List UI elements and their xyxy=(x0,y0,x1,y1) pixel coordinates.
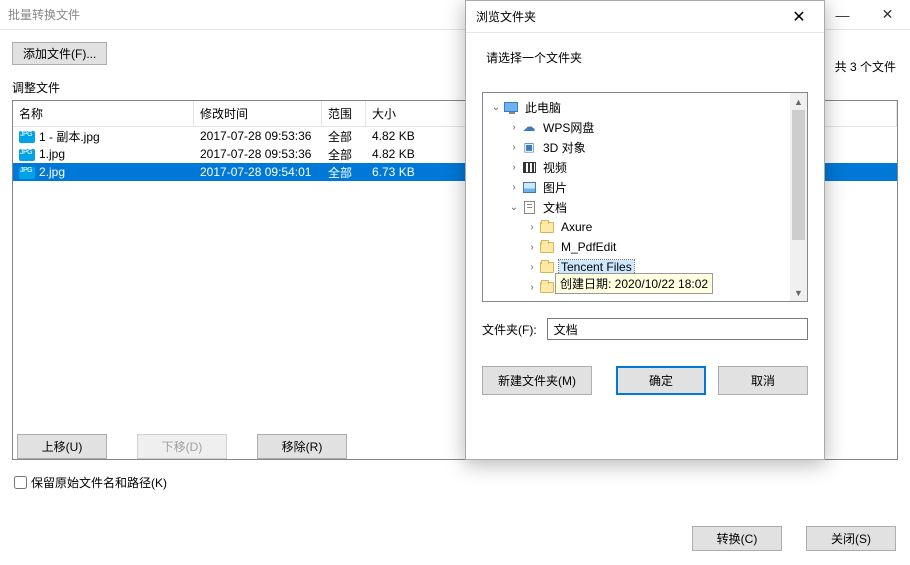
tree-label: 文档 xyxy=(541,199,569,216)
close-main-button[interactable]: 关闭(S) xyxy=(806,526,896,551)
main-title: 批量转换文件 xyxy=(8,6,80,23)
expander-icon[interactable]: › xyxy=(525,262,539,273)
expander-icon[interactable]: ⌄ xyxy=(507,202,521,213)
keep-original-label[interactable]: 保留原始文件名和路径(K) xyxy=(31,474,167,491)
keep-original-checkbox[interactable] xyxy=(14,476,27,489)
cloud-icon: ☁ xyxy=(521,120,537,134)
tree-scrollbar[interactable]: ▲ ▼ xyxy=(790,93,807,301)
cube-icon: ▣ xyxy=(521,140,537,154)
file-count-label: 共 3 个文件 xyxy=(835,58,896,75)
folder-path-label: 文件夹(F): xyxy=(482,321,537,338)
dialog-title: 浏览文件夹 xyxy=(476,8,536,25)
browse-folder-dialog: 浏览文件夹 ✕ 请选择一个文件夹 ⌄此电脑›☁WPS网盘›▣3D 对象›视频›图… xyxy=(465,0,825,460)
tree-node[interactable]: › 图片 xyxy=(483,177,807,197)
folder-path-input[interactable] xyxy=(547,318,808,340)
tree-node[interactable]: ⌄ 此电脑 xyxy=(483,97,807,117)
expander-icon[interactable]: › xyxy=(525,242,539,253)
tree-label: M_PdfEdit xyxy=(559,240,618,254)
folder-icon xyxy=(539,280,555,294)
minimize-button[interactable]: — xyxy=(820,0,865,30)
tree-node[interactable]: ⌄ 文档 xyxy=(483,197,807,217)
tree-label: Tencent Files xyxy=(559,260,634,274)
col-scope[interactable]: 范围 xyxy=(322,101,366,126)
scroll-thumb[interactable] xyxy=(792,110,805,240)
scroll-down-icon[interactable]: ▼ xyxy=(790,284,807,301)
expander-icon[interactable]: › xyxy=(507,162,521,173)
jpg-icon xyxy=(19,167,35,179)
new-folder-button[interactable]: 新建文件夹(M) xyxy=(482,366,592,395)
expander-icon[interactable]: ⌄ xyxy=(489,102,503,113)
folder-tree[interactable]: ⌄此电脑›☁WPS网盘›▣3D 对象›视频›图片⌄文档›Axure›M_PdfE… xyxy=(482,92,808,302)
move-down-button: 下移(D) xyxy=(137,434,227,459)
tree-label: 图片 xyxy=(541,179,569,196)
monitor-icon xyxy=(503,100,519,114)
tree-label: 3D 对象 xyxy=(541,139,588,156)
folder-icon xyxy=(539,240,555,254)
expander-icon[interactable]: › xyxy=(525,282,539,293)
col-mtime[interactable]: 修改时间 xyxy=(194,101,322,126)
expander-icon[interactable]: › xyxy=(507,142,521,153)
col-name[interactable]: 名称 xyxy=(13,101,194,126)
ok-button[interactable]: 确定 xyxy=(616,366,706,395)
tree-label: WPS网盘 xyxy=(541,119,596,136)
cancel-button[interactable]: 取消 xyxy=(718,366,808,395)
tooltip: 创建日期: 2020/10/22 18:02 xyxy=(555,273,713,294)
scroll-up-icon[interactable]: ▲ xyxy=(790,93,807,110)
tree-node[interactable]: ›☁ WPS网盘 xyxy=(483,117,807,137)
pic-icon xyxy=(521,180,537,194)
move-up-button[interactable]: 上移(U) xyxy=(17,434,107,459)
tree-node[interactable]: › M_PdfEdit xyxy=(483,237,807,257)
film-icon xyxy=(521,160,537,174)
tree-label: Axure xyxy=(559,220,594,234)
tree-node[interactable]: ›▣ 3D 对象 xyxy=(483,137,807,157)
remove-button[interactable]: 移除(R) xyxy=(257,434,347,459)
dialog-close-icon[interactable]: ✕ xyxy=(784,7,814,27)
convert-button[interactable]: 转换(C) xyxy=(692,526,782,551)
expander-icon[interactable]: › xyxy=(507,122,521,133)
doc-icon xyxy=(521,200,537,214)
dialog-instruction: 请选择一个文件夹 xyxy=(466,33,824,74)
folder-icon xyxy=(539,220,555,234)
tree-node[interactable]: › 视频 xyxy=(483,157,807,177)
folder-icon xyxy=(539,260,555,274)
tree-node[interactable]: › Axure xyxy=(483,217,807,237)
expander-icon[interactable]: › xyxy=(525,222,539,233)
tree-label: 此电脑 xyxy=(523,99,563,116)
close-button[interactable]: ✕ xyxy=(865,0,910,30)
jpg-icon xyxy=(19,131,35,143)
tree-label: 视频 xyxy=(541,159,569,176)
expander-icon[interactable]: › xyxy=(507,182,521,193)
jpg-icon xyxy=(19,149,35,161)
add-file-button[interactable]: 添加文件(F)... xyxy=(12,42,107,65)
